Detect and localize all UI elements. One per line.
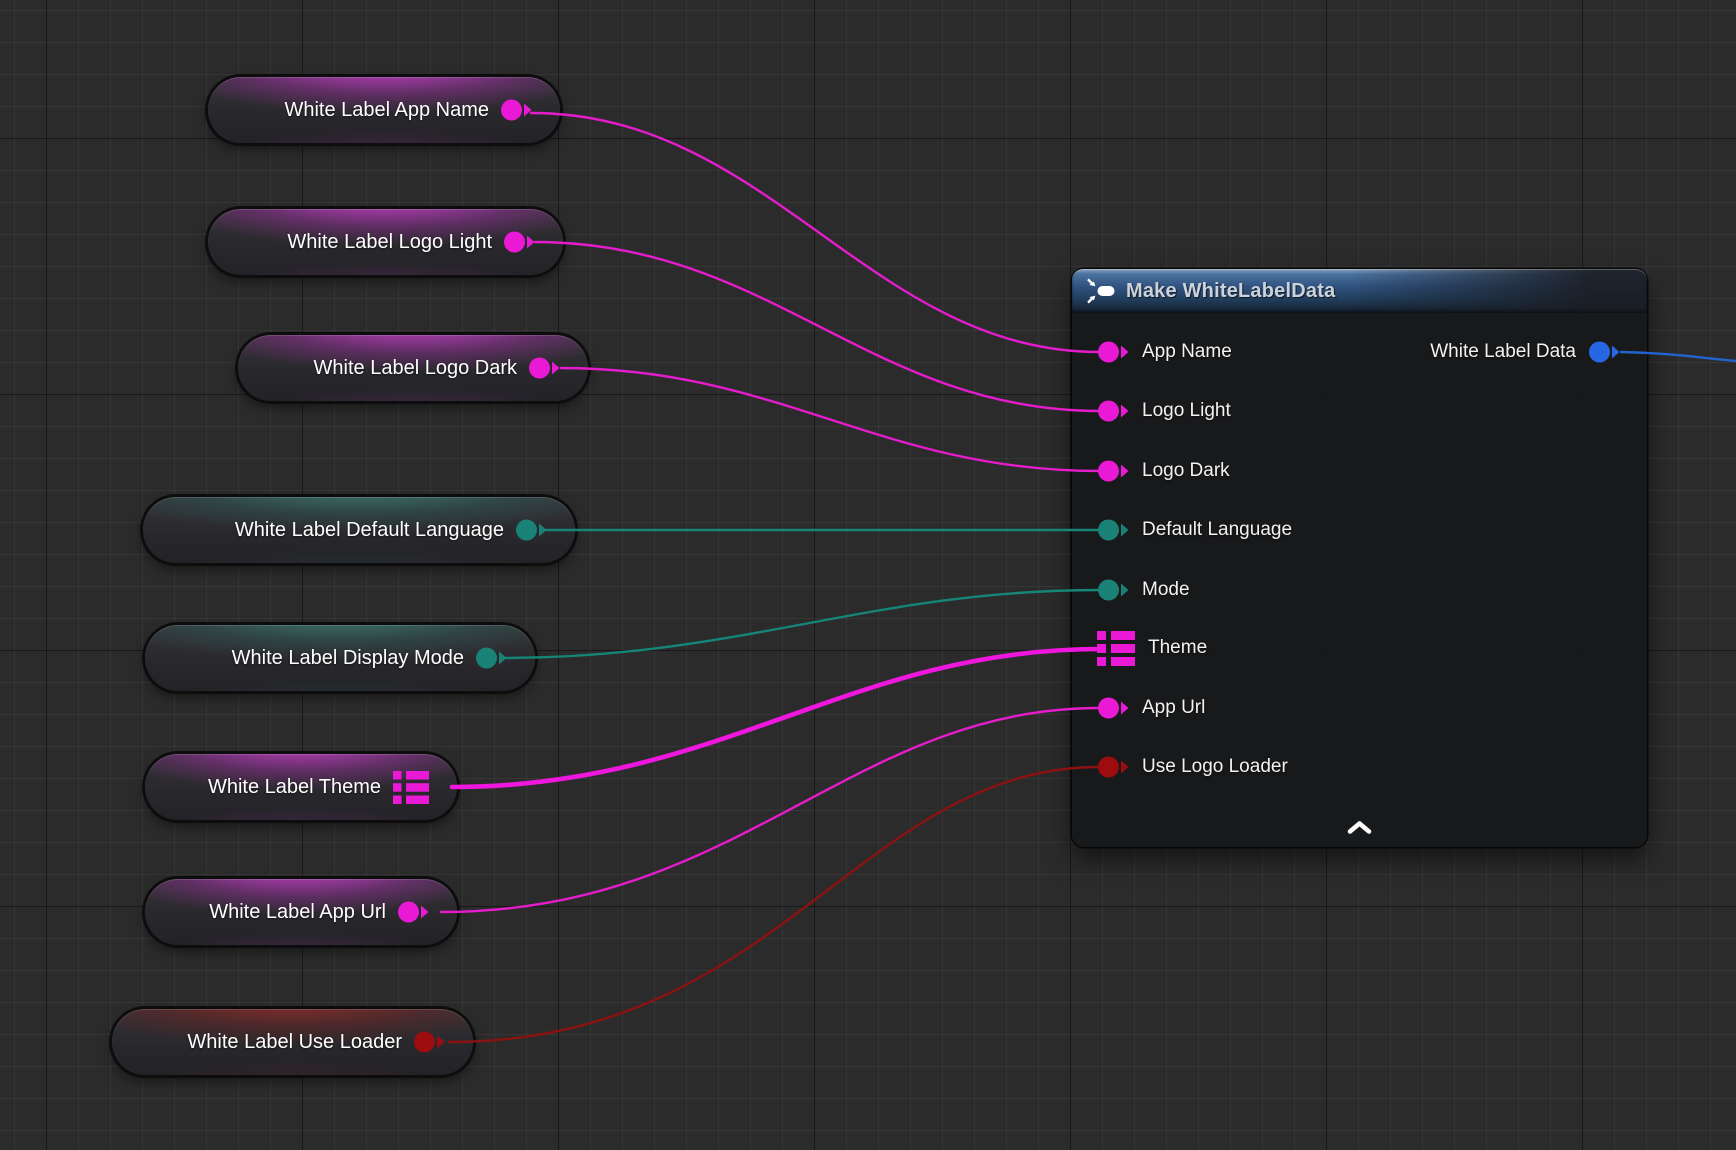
struct-output-pin[interactable] bbox=[1589, 341, 1620, 363]
output-row-white-label-data: White Label Data bbox=[1430, 335, 1620, 369]
input-pin-label: App Url bbox=[1142, 697, 1205, 719]
string-input-pin[interactable] bbox=[1098, 697, 1129, 719]
variable-node-label: White Label Logo Dark bbox=[314, 358, 517, 378]
output-pin-label: White Label Data bbox=[1430, 341, 1576, 363]
variable-node-white-label-logo-dark[interactable]: White Label Logo Dark bbox=[238, 335, 588, 401]
string-output-pin[interactable] bbox=[398, 901, 429, 923]
bool-input-pin[interactable] bbox=[1098, 756, 1129, 778]
variable-node-label: White Label App Name bbox=[284, 100, 489, 120]
input-row-default-language: Default Language bbox=[1098, 513, 1292, 547]
string-input-pin[interactable] bbox=[1098, 341, 1129, 363]
string-input-pin[interactable] bbox=[1098, 400, 1129, 422]
enum-input-pin[interactable] bbox=[1098, 579, 1129, 601]
input-row-logo-dark: Logo Dark bbox=[1098, 454, 1230, 488]
input-row-logo-light: Logo Light bbox=[1098, 394, 1231, 428]
enum-input-pin[interactable] bbox=[1098, 519, 1129, 541]
string-output-pin[interactable] bbox=[529, 357, 560, 379]
map-output-pin[interactable] bbox=[393, 771, 429, 804]
node-title: Make WhiteLabelData bbox=[1126, 280, 1335, 303]
wire-app-url[interactable] bbox=[441, 708, 1100, 912]
variable-node-white-label-logo-light[interactable]: White Label Logo Light bbox=[208, 209, 563, 275]
variable-node-label: White Label Theme bbox=[208, 777, 381, 797]
input-pin-label: Mode bbox=[1142, 579, 1190, 601]
string-output-pin[interactable] bbox=[501, 99, 532, 121]
wire-display-mode[interactable] bbox=[503, 590, 1100, 658]
wire-logo-dark[interactable] bbox=[561, 368, 1100, 471]
input-pin-label: Logo Dark bbox=[1142, 460, 1230, 482]
input-pin-label: App Name bbox=[1142, 341, 1232, 363]
input-row-mode: Mode bbox=[1098, 573, 1190, 607]
node-make-whitelabeldata[interactable]: Make WhiteLabelData App Name Logo Light … bbox=[1072, 269, 1647, 847]
variable-node-label: White Label Default Language bbox=[235, 520, 504, 540]
variable-node-label: White Label Use Loader bbox=[187, 1032, 402, 1052]
input-pin-label: Theme bbox=[1148, 637, 1207, 659]
input-row-use-logo-loader: Use Logo Loader bbox=[1098, 750, 1288, 784]
variable-node-white-label-app-url[interactable]: White Label App Url bbox=[145, 879, 457, 945]
collapse-chevron-icon[interactable] bbox=[1346, 820, 1373, 835]
map-input-pin[interactable] bbox=[1097, 631, 1135, 666]
enum-output-pin[interactable] bbox=[516, 519, 547, 541]
node-title-bar[interactable]: Make WhiteLabelData bbox=[1072, 269, 1647, 313]
input-row-theme: Theme bbox=[1097, 631, 1207, 665]
bool-output-pin[interactable] bbox=[414, 1031, 445, 1053]
input-pin-label: Logo Light bbox=[1142, 400, 1231, 422]
input-pin-label: Default Language bbox=[1142, 519, 1292, 541]
make-struct-icon bbox=[1086, 278, 1115, 304]
wire-use-loader[interactable] bbox=[449, 767, 1100, 1042]
wire-logo-light[interactable] bbox=[535, 242, 1100, 411]
blueprint-graph-canvas[interactable]: White Label App Name White Label Logo Li… bbox=[0, 0, 1736, 1150]
variable-node-label: White Label Logo Light bbox=[287, 232, 492, 252]
variable-node-white-label-default-language[interactable]: White Label Default Language bbox=[143, 497, 575, 563]
input-row-app-name: App Name bbox=[1098, 335, 1232, 369]
variable-node-white-label-display-mode[interactable]: White Label Display Mode bbox=[145, 625, 535, 691]
variable-node-white-label-use-loader[interactable]: White Label Use Loader bbox=[112, 1009, 473, 1075]
variable-node-label: White Label App Url bbox=[209, 902, 386, 922]
wire-app-name[interactable] bbox=[531, 113, 1100, 352]
variable-node-white-label-theme[interactable]: White Label Theme bbox=[145, 754, 457, 820]
input-row-app-url: App Url bbox=[1098, 691, 1205, 725]
variable-node-white-label-app-name[interactable]: White Label App Name bbox=[208, 77, 560, 143]
input-pin-label: Use Logo Loader bbox=[1142, 756, 1288, 778]
variable-node-label: White Label Display Mode bbox=[232, 648, 464, 668]
string-input-pin[interactable] bbox=[1098, 460, 1129, 482]
string-output-pin[interactable] bbox=[504, 231, 535, 253]
